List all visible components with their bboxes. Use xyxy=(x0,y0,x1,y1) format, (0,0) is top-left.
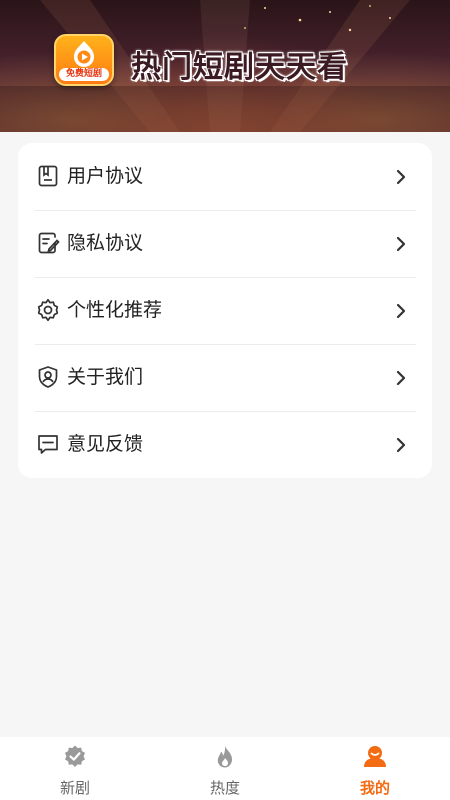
tab-mine[interactable]: 我的 xyxy=(300,737,450,800)
play-flame-icon xyxy=(74,41,94,67)
app-logo: 免费短剧 xyxy=(54,34,114,86)
chevron-right-icon xyxy=(396,236,406,252)
menu-item-privacy-agreement[interactable]: 隐私协议 xyxy=(18,210,432,277)
tab-label: 新剧 xyxy=(59,779,90,797)
settings-menu-card: 用户协议 隐私协议 个性化推荐 关于我们 意见反馈 xyxy=(18,143,432,478)
flame-icon xyxy=(217,745,233,768)
menu-item-user-agreement[interactable]: 用户协议 xyxy=(18,143,432,210)
document-icon xyxy=(38,165,58,187)
chevron-right-icon xyxy=(396,169,406,185)
chevron-right-icon xyxy=(396,303,406,319)
tab-new-dramas[interactable]: 新剧 xyxy=(0,737,150,800)
profile-icon xyxy=(364,746,386,767)
logo-tag-text: 免费短剧 xyxy=(59,68,109,81)
top-banner: 免费短剧 热门短剧天天看 xyxy=(0,0,450,132)
menu-item-label: 关于我们 xyxy=(67,366,144,388)
tab-trending[interactable]: 热度 xyxy=(150,737,300,800)
bottom-tab-bar: 新剧 热度 我的 xyxy=(0,737,450,800)
badge-check-icon xyxy=(65,745,85,767)
banner-title: 热门短剧天天看 xyxy=(131,50,348,85)
chevron-right-icon xyxy=(396,437,406,453)
menu-item-label: 用户协议 xyxy=(67,165,144,187)
tab-label: 我的 xyxy=(359,779,390,797)
menu-item-feedback[interactable]: 意见反馈 xyxy=(18,411,432,478)
gear-icon xyxy=(37,298,59,322)
menu-item-label: 隐私协议 xyxy=(67,232,144,254)
menu-item-label: 个性化推荐 xyxy=(67,299,163,321)
message-icon xyxy=(38,435,58,454)
tab-label: 热度 xyxy=(209,779,240,797)
shield-user-icon xyxy=(38,366,58,388)
menu-item-label: 意见反馈 xyxy=(67,433,144,455)
menu-item-about-us[interactable]: 关于我们 xyxy=(18,344,432,411)
chevron-right-icon xyxy=(396,370,406,386)
edit-document-icon xyxy=(38,232,60,254)
menu-item-personalized-recommendation[interactable]: 个性化推荐 xyxy=(18,277,432,344)
